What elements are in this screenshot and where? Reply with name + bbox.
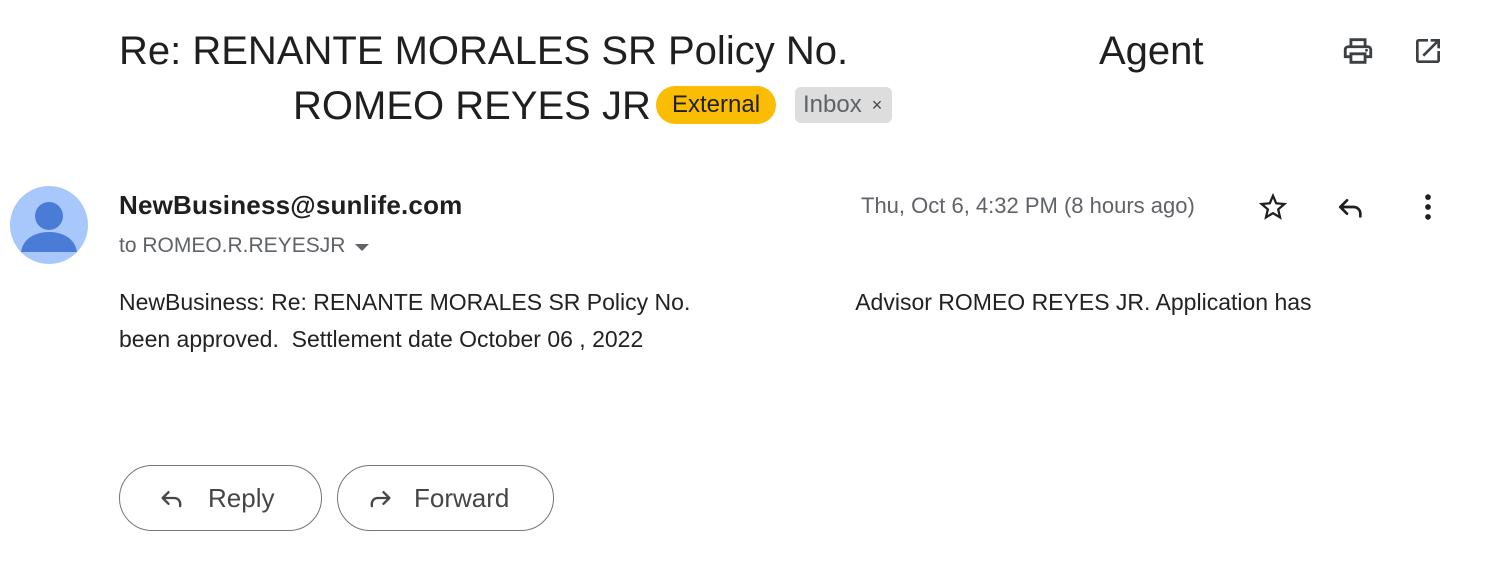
forward-icon xyxy=(370,491,391,508)
star-icon[interactable] xyxy=(1255,189,1291,225)
forward-button-label: Forward xyxy=(414,482,510,513)
person-icon xyxy=(21,202,77,252)
forward-button[interactable]: Forward xyxy=(337,465,554,531)
avatar[interactable] xyxy=(10,186,88,264)
message-timestamp: Thu, Oct 6, 4:32 PM (8 hours ago) xyxy=(861,193,1195,218)
open-in-new-icon[interactable] xyxy=(1411,34,1445,68)
recipient-text: to ROMEO.R.REYESJR xyxy=(119,234,346,257)
show-details-caret-icon[interactable] xyxy=(355,243,370,251)
recipient-line[interactable]: to ROMEO.R.REYESJR xyxy=(119,234,370,258)
message-body-line: been approved. Settlement date October 0… xyxy=(119,326,644,352)
inbox-label[interactable]: Inbox × xyxy=(795,87,893,123)
inbox-label-text: Inbox xyxy=(803,91,862,118)
external-label: External xyxy=(656,86,777,124)
print-icon[interactable] xyxy=(1341,34,1375,68)
more-options-icon[interactable] xyxy=(1410,189,1446,225)
subject-line-name: ROMEO REYES JR xyxy=(293,84,651,128)
message-body-line: NewBusiness: Re: RENANTE MORALES SR Poli… xyxy=(119,289,1312,315)
remove-label-icon[interactable]: × xyxy=(872,87,883,123)
subject-line: Re: RENANTE MORALES SR Policy No. xyxy=(119,29,849,73)
sender-email[interactable]: NewBusiness@sunlife.com xyxy=(119,190,463,221)
reply-icon xyxy=(161,491,182,508)
reply-icon[interactable] xyxy=(1333,189,1369,225)
reply-button[interactable]: Reply xyxy=(119,465,322,531)
reply-button-label: Reply xyxy=(208,482,275,513)
subject-line-agent: Agent xyxy=(1099,29,1204,73)
message-body: NewBusiness: Re: RENANTE MORALES SR Poli… xyxy=(119,284,1449,358)
